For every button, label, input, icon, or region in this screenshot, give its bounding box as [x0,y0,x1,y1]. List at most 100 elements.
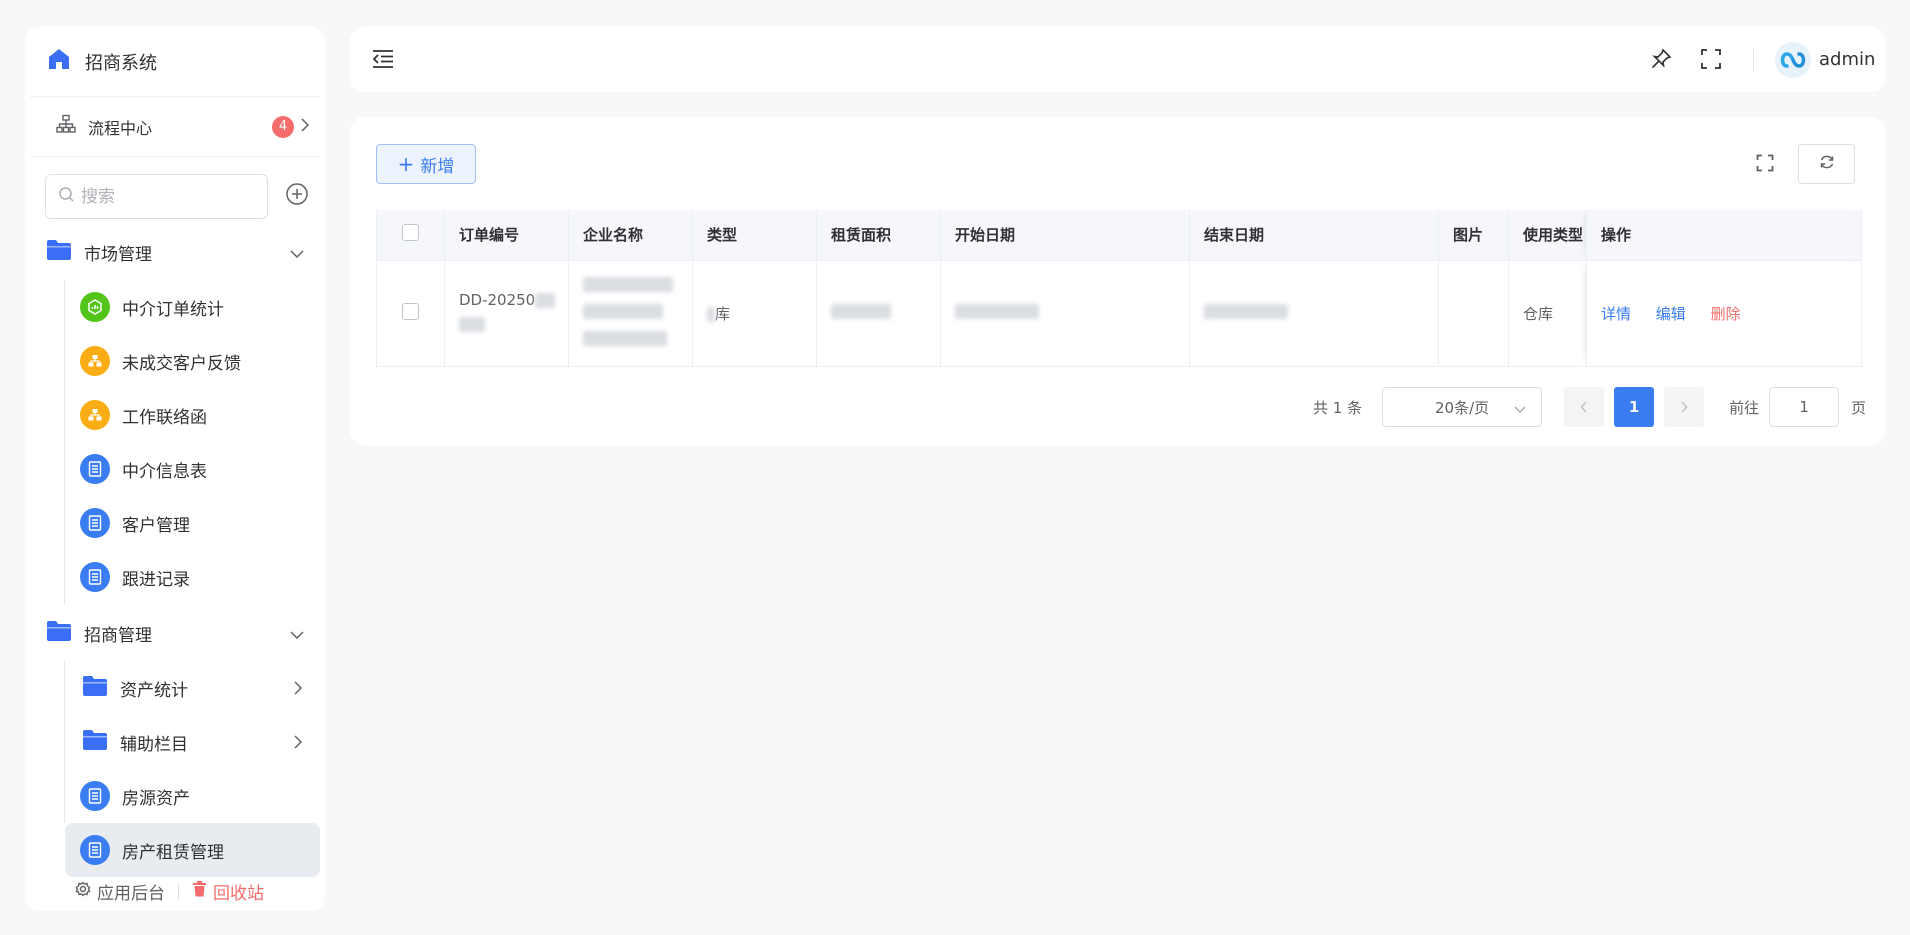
fullscreen-icon[interactable] [1700,48,1722,75]
redacted-text [583,303,663,319]
page-size-select[interactable]: 20条/页 [1382,387,1543,427]
flow-center[interactable]: 流程中心 4 [30,97,320,157]
recycle-bin-link[interactable]: 回收站 [213,879,264,904]
menu-group-investment[interactable]: 招商管理 [25,606,325,661]
menu-item-label: 客户管理 [122,515,190,536]
menu-item-agent-info[interactable]: 中介信息表 [25,442,325,496]
end-date-cell [1189,260,1439,367]
redacted-text [583,330,667,346]
delete-link[interactable]: 删除 [1711,305,1741,323]
avatar[interactable] [1775,42,1811,78]
add-circle-icon[interactable] [285,182,309,211]
menu-item-label: 工作联络函 [122,407,207,428]
menu-item-label: 未成交客户反馈 [122,353,241,374]
flow-icon [56,114,76,139]
order-no: DD-20250 [459,290,536,309]
actions-cell: 详情 编辑 删除 [1586,260,1862,367]
redacted-text [1204,303,1288,319]
add-button[interactable]: + 新增 [376,144,476,184]
next-page-button[interactable] [1664,387,1705,427]
column-header[interactable]: 结束日期 [1189,210,1439,261]
chevron-left-icon [1580,401,1587,413]
column-header[interactable]: 类型 [692,210,817,261]
page-unit-label: 页 [1851,398,1867,417]
column-header[interactable]: 开始日期 [940,210,1190,261]
menu-item-label: 跟进记录 [122,569,190,590]
menu-group-market[interactable]: 市场管理 [25,225,325,280]
detail-link[interactable]: 详情 [1601,305,1631,323]
menu-item-asset-stats[interactable]: 资产统计 [25,661,325,715]
redacted-text [955,303,1039,319]
add-button-label: 新增 [420,156,455,177]
menu-item-follow-up[interactable]: 跟进记录 [25,550,325,604]
form-icon [80,508,110,538]
pin-icon[interactable] [1650,48,1672,75]
folder-icon [82,729,108,756]
redacted-text [535,292,556,308]
redacted-text [831,303,891,319]
gear-icon[interactable] [75,881,91,902]
trash-icon[interactable] [192,880,207,902]
table-row[interactable]: DD-20250 库 仓库 详情 编辑 删除 [376,260,1862,367]
lease-table: 订单编号 企业名称 类型 租赁面积 开始日期 结束日期 图片 使用类型 操作 D… [376,210,1862,367]
menu-item-customer-mgmt[interactable]: 客户管理 [25,496,325,550]
search-input[interactable] [81,186,251,207]
menu-item-lease-mgmt[interactable]: 房产租赁管理 [65,823,320,877]
menu-item-agent-order-stats[interactable]: 中介订单统计 [25,280,325,334]
column-header[interactable]: 订单编号 [444,210,569,261]
menu-item-aux-columns[interactable]: 辅助栏目 [25,715,325,769]
pagination: 共 1 条 20条/页 1 前往 页 [1313,387,1866,427]
column-header[interactable]: 租赁面积 [816,210,941,261]
redacted-text [583,276,673,292]
username[interactable]: admin [1819,49,1875,70]
app-title: 招商系统 [85,52,157,74]
select-all-cell [376,210,445,261]
menu-item-property-assets[interactable]: 房源资产 [25,769,325,823]
refresh-button[interactable] [1798,144,1855,184]
sidebar-footer: 应用后台 回收站 [25,871,325,911]
folder-icon [46,239,72,266]
plus-icon: + [397,152,415,176]
chevron-right-icon [1681,401,1688,413]
select-all-checkbox[interactable] [402,224,419,242]
menu-item-work-letter[interactable]: 工作联络函 [25,388,325,442]
edit-link[interactable]: 编辑 [1656,305,1686,323]
start-date-cell [940,260,1190,367]
menu-group-label: 市场管理 [84,245,152,265]
column-header[interactable]: 操作 [1586,210,1862,261]
search-icon [58,186,75,208]
menu-item-label: 资产统计 [120,680,188,701]
app-admin-link[interactable]: 应用后台 [97,879,165,904]
row-checkbox[interactable] [402,302,419,320]
redacted-text [707,306,715,322]
area-cell [816,260,941,367]
prev-page-button[interactable] [1564,387,1605,427]
fullscreen-icon[interactable] [1756,154,1774,177]
column-header[interactable]: 企业名称 [568,210,693,261]
app-header[interactable]: 招商系统 [30,27,320,97]
menu-item-unclosed-feedback[interactable]: 未成交客户反馈 [25,334,325,388]
image-cell [1438,260,1509,367]
divider [1753,49,1754,71]
chevron-right-icon [293,734,303,755]
column-header[interactable]: 使用类型 [1508,210,1587,261]
page-number-current[interactable]: 1 [1614,387,1655,427]
menu-collapse-icon[interactable] [371,49,395,74]
usage-type-cell: 仓库 [1508,260,1587,367]
search-box[interactable] [45,174,268,219]
refresh-icon [1819,154,1835,175]
company-cell [568,260,693,367]
chevron-down-icon [1513,401,1527,419]
menu-group-label: 招商管理 [84,626,152,646]
column-header[interactable]: 图片 [1438,210,1509,261]
folder-icon [46,620,72,647]
menu-item-label: 房产租赁管理 [122,842,224,863]
redacted-text [459,316,485,332]
goto-page-input[interactable] [1769,387,1840,427]
type-cell: 库 [692,260,817,367]
order-no-cell: DD-20250 [444,260,569,367]
flow-center-label: 流程中心 [88,118,153,138]
table-header-row: 订单编号 企业名称 类型 租赁面积 开始日期 结束日期 图片 使用类型 操作 [376,210,1862,261]
total-count: 共 1 条 [1313,398,1363,417]
page-size-value: 20条/页 [1435,398,1490,417]
